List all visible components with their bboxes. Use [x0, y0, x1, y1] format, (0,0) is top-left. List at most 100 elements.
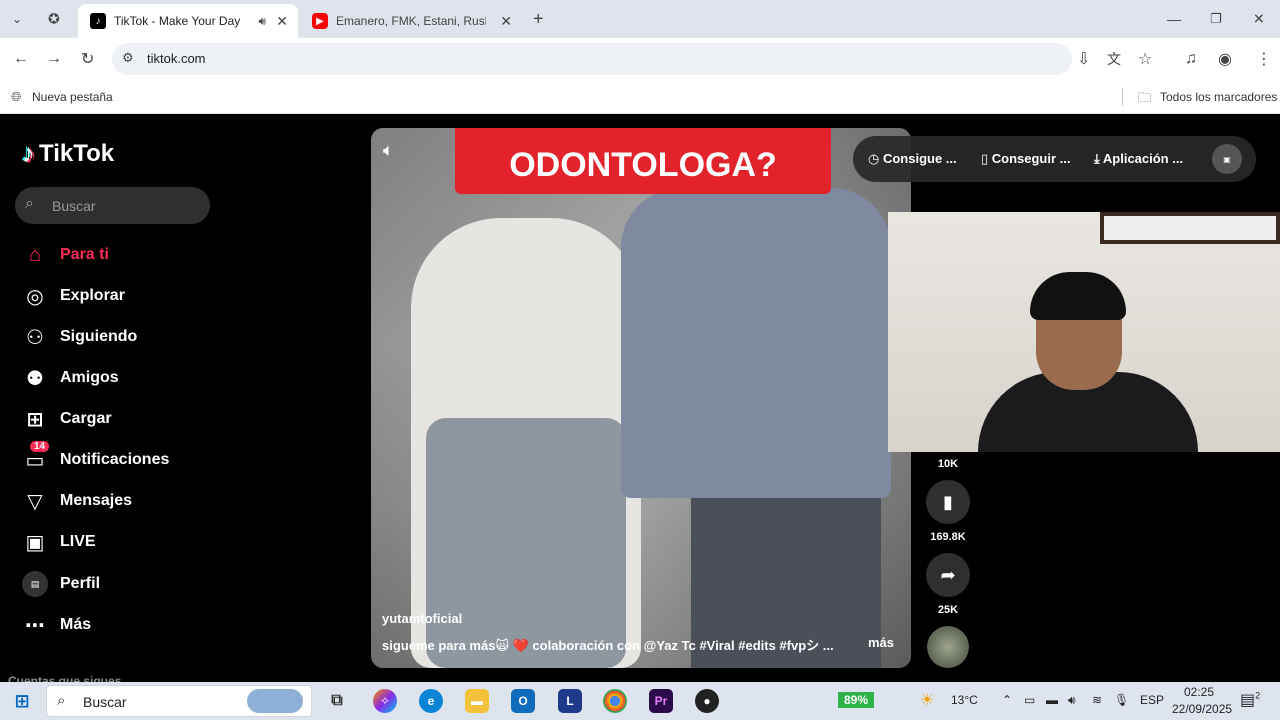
following-heading: Cuentas que sigues	[8, 674, 122, 682]
pill-consigue[interactable]: ◷ Consigue ...	[868, 151, 957, 167]
close-tab-icon[interactable]: ✕	[276, 13, 288, 30]
language-indicator[interactable]: ESP	[1140, 693, 1164, 707]
tab-search-chevron-icon[interactable]: ⌄	[12, 12, 22, 26]
nav-siguiendo[interactable]: ⚇ Siguiendo	[22, 322, 137, 352]
share-button[interactable]: ➦	[926, 553, 970, 597]
clock-date[interactable]: 22/09/2025	[1172, 702, 1232, 716]
profile-avatar-icon: ▤	[22, 571, 48, 597]
nav-mensajes[interactable]: ▽ Mensajes	[22, 486, 132, 516]
windows-start-icon[interactable]: ⊞	[10, 689, 34, 713]
volume-icon[interactable]: 🔊︎	[1068, 693, 1076, 708]
tray-app-icon[interactable]: ▭	[1024, 693, 1035, 707]
task-view-icon[interactable]: ⧉	[325, 689, 349, 713]
notification-center-icon[interactable]: ▤2	[1240, 690, 1260, 710]
bookmark-button[interactable]: ▮	[926, 480, 970, 524]
tab-tiktok[interactable]: ♪ TikTok - Make Your Day 🔊︎ ✕	[78, 4, 298, 38]
file-explorer-icon[interactable]: ▬	[465, 689, 489, 713]
bookmarks-divider	[1122, 88, 1123, 106]
menu-kebab-icon[interactable]: ⋮	[1256, 49, 1272, 69]
nav-perfil[interactable]: ▤ Perfil	[22, 569, 100, 599]
youtube-icon: ▶	[312, 13, 328, 29]
premiere-icon[interactable]: Pr	[649, 689, 673, 713]
folder-icon: 🗀	[1138, 90, 1152, 105]
tab-youtube[interactable]: ▶ Emanero, FMK, Estani, Rusherk ✕	[300, 4, 522, 38]
nav-label: Cargar	[60, 410, 112, 427]
outlook-icon[interactable]: O	[511, 689, 535, 713]
install-app-icon[interactable]: ⇩	[1077, 49, 1090, 69]
new-tab-plus-icon[interactable]: +	[533, 9, 544, 30]
taskbar-search[interactable]: ⌕ Buscar	[46, 685, 312, 717]
translate-icon[interactable]: 文	[1107, 49, 1121, 69]
following-icon: ⚇	[26, 326, 44, 349]
all-bookmarks[interactable]: Todos los marcadores	[1160, 90, 1277, 104]
mute-icon[interactable]: 🔈︎	[383, 140, 394, 161]
clock-time[interactable]: 02:25	[1184, 685, 1214, 699]
video-author[interactable]: yutamtoficial	[382, 611, 462, 626]
chrome-icon[interactable]	[603, 689, 627, 713]
clips-avatar-icon[interactable]: ▣	[1212, 144, 1242, 174]
bookmark-new-tab[interactable]: Nueva pestaña	[32, 90, 113, 104]
temperature[interactable]: 13°C	[951, 693, 978, 707]
pinned-extension-icon[interactable]: ✪	[48, 11, 60, 28]
video-banner: ODONTOLOGA?	[455, 128, 831, 194]
copilot-icon[interactable]: ✧	[373, 689, 397, 713]
tiktok-note-icon: ♪	[22, 138, 35, 168]
notification-count: 2	[1255, 690, 1261, 701]
close-window-icon[interactable]: ✕	[1253, 11, 1265, 28]
friends-icon: ⚉	[26, 367, 44, 390]
nav-para-ti[interactable]: ⌂ Para ti	[22, 240, 109, 270]
search-input[interactable]: ⌕ Buscar	[15, 187, 210, 224]
site-info-icon[interactable]: ⚙	[122, 50, 134, 66]
bookmark-count: 169.8K	[930, 531, 966, 543]
reload-icon[interactable]: ↻	[81, 49, 94, 69]
tab-title: TikTok - Make Your Day	[114, 14, 241, 28]
tiktok-logo[interactable]: ♪ TikTok	[22, 138, 114, 169]
compass-icon: ◎	[26, 285, 44, 308]
nav-cargar[interactable]: ⊞ Cargar	[22, 404, 112, 434]
nav-amigos[interactable]: ⚉ Amigos	[22, 363, 119, 393]
nav-label: Mensajes	[60, 492, 133, 509]
more-icon: ⋯	[25, 614, 45, 637]
pill-aplicacion[interactable]: ⤓ Aplicación ...	[1094, 151, 1183, 167]
promo-pill-bar: ◷ Consigue ... ▯ Conseguir ... ⤓ Aplicac…	[853, 136, 1256, 182]
video-person-right	[621, 188, 891, 498]
battery-icon[interactable]: ▬	[1046, 693, 1058, 707]
nav-label: Más	[60, 616, 92, 633]
media-control-icon[interactable]: ♫	[1185, 50, 1197, 68]
close-tab-icon[interactable]: ✕	[500, 13, 512, 30]
taskbar-search-placeholder: Buscar	[83, 694, 127, 710]
nav-label: LIVE	[60, 533, 96, 550]
nav-notificaciones[interactable]: ▭ 14 Notificaciones	[22, 441, 169, 475]
microphone-icon[interactable]: 🎙︎	[1114, 693, 1129, 707]
tray-chevron-icon[interactable]: ⌃	[1002, 693, 1012, 707]
home-icon: ⌂	[28, 243, 42, 266]
nav-explorar[interactable]: ◎ Explorar	[22, 281, 125, 311]
back-arrow-icon[interactable]: ←	[13, 50, 29, 68]
wall-picture-frame	[1100, 212, 1280, 244]
edge-icon[interactable]: e	[419, 689, 443, 713]
tab-title: Emanero, FMK, Estani, Rusherk	[336, 14, 486, 28]
bookmark-star-icon[interactable]: ☆	[1138, 49, 1152, 69]
caption-more-link[interactable]: más	[868, 635, 894, 650]
tiktok-page: ♪ TikTok ⌕ Buscar ⌂ Para ti ◎ Explorar ⚇…	[0, 114, 1280, 682]
nav-label: Perfil	[60, 575, 101, 592]
nav-live[interactable]: ▣ LIVE	[22, 527, 96, 557]
share-count: 25K	[937, 604, 959, 616]
search-icon: ⌕	[57, 692, 66, 709]
profile-icon[interactable]: ◉	[1218, 49, 1232, 69]
pill-conseguir[interactable]: ▯ Conseguir ...	[981, 151, 1071, 167]
forward-arrow-icon[interactable]: →	[46, 50, 62, 68]
video-player[interactable]: ODONTOLOGA? 🔈︎ yutamtoficial sigueme par…	[371, 128, 911, 668]
video-caption: sigueme para más🙀 ❤️ colaboración con @Y…	[382, 638, 834, 653]
music-disc-avatar[interactable]	[927, 626, 969, 668]
speaker-icon[interactable]: 🔊︎	[258, 14, 266, 29]
battery-indicator[interactable]: 89%	[838, 692, 875, 708]
nav-mas[interactable]: ⋯ Más	[22, 610, 91, 640]
address-bar[interactable]: ⚙ tiktok.com	[112, 43, 1072, 75]
obs-icon[interactable]: ●	[695, 689, 719, 713]
restore-icon[interactable]: ❐	[1210, 11, 1222, 27]
video-person-left-jeans	[426, 418, 626, 668]
wifi-icon[interactable]: ≋	[1092, 693, 1102, 707]
app-l-icon[interactable]: L	[558, 689, 582, 713]
minimize-icon[interactable]: —	[1167, 11, 1181, 27]
